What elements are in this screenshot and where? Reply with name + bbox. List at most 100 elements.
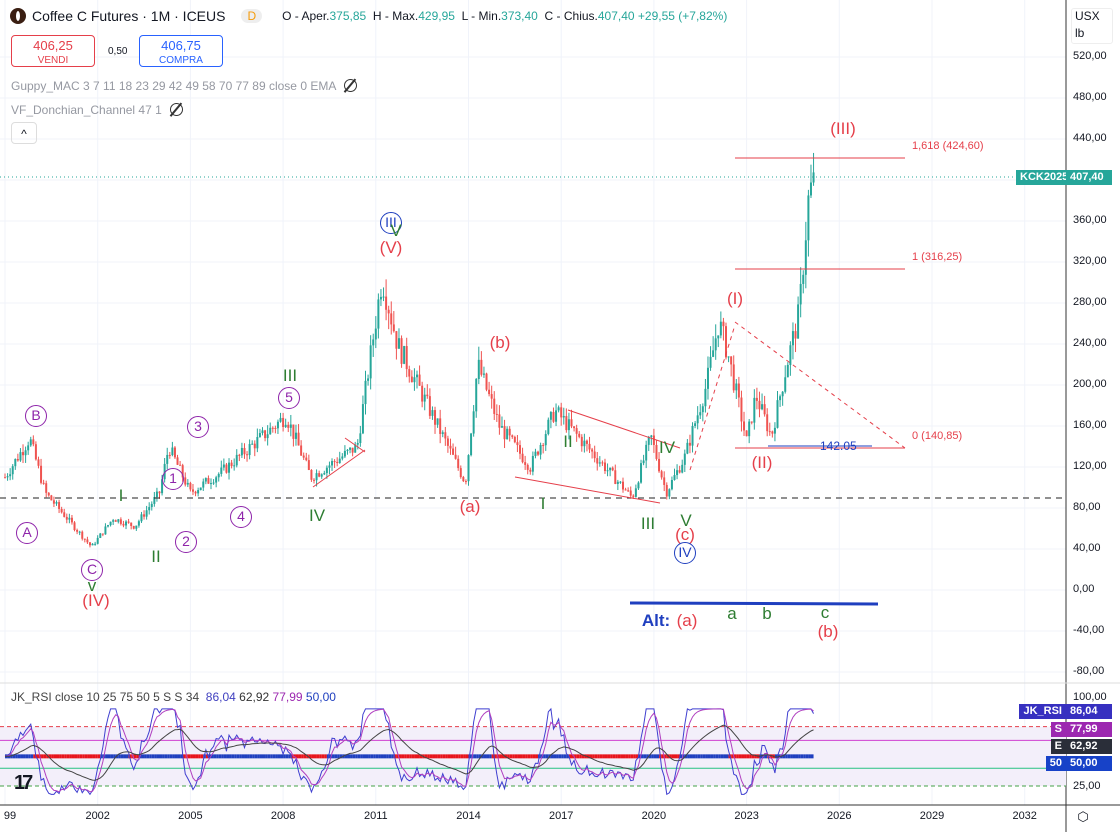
candle-body [547, 419, 550, 435]
wave-label[interactable]: 2 [175, 531, 197, 553]
candle-body [699, 412, 702, 416]
candle-body [392, 324, 395, 332]
wave-label[interactable]: (b) [490, 333, 511, 353]
candle-body [701, 406, 704, 413]
candle-body [436, 418, 439, 425]
delayed-badge[interactable]: D [241, 9, 263, 23]
indicator-donchian[interactable]: VF_Donchian_Channel 47 1 [11, 103, 183, 117]
wave-label[interactable]: II [151, 547, 160, 567]
wave-label[interactable]: (a) [460, 497, 481, 517]
wave-label[interactable]: B [25, 405, 47, 427]
candle-body [50, 495, 53, 501]
spread-value: 0,50 [108, 46, 128, 57]
wave-label[interactable]: I [119, 486, 124, 506]
time-axis-label: 99 [3, 810, 17, 822]
candle-body [4, 477, 6, 479]
wave-label[interactable]: c [821, 603, 830, 623]
candle-body [580, 436, 583, 447]
wave-label[interactable]: I [541, 494, 546, 514]
candle-body [606, 470, 609, 472]
candle-body [212, 482, 215, 484]
wave-label[interactable]: 1 [162, 468, 184, 490]
sell-button[interactable]: 406,25 VENDI [11, 35, 95, 67]
wave-label[interactable]: III [641, 514, 655, 534]
candle-body [791, 331, 794, 346]
candle-body [315, 473, 318, 481]
candle-body [246, 454, 249, 456]
wave-label[interactable]: Alt: [642, 611, 670, 631]
wave-label[interactable]: (V) [380, 238, 403, 258]
wave-label[interactable]: A [16, 522, 38, 544]
price-chart[interactable] [0, 0, 1120, 832]
candle-body [470, 433, 473, 456]
wave-label[interactable]: II [563, 432, 572, 452]
unit-selector[interactable]: USX lb [1071, 8, 1113, 44]
candle-body [439, 418, 442, 434]
candle-body [359, 433, 362, 444]
wave-label[interactable]: 4 [230, 506, 252, 528]
candle-body [464, 481, 467, 483]
candle-body [292, 424, 295, 439]
candle-body [24, 450, 27, 456]
rsi-axis-25: 25,00 [1073, 780, 1101, 792]
candle-body [622, 481, 624, 490]
candle-body [457, 458, 460, 469]
wave-label[interactable]: IV [674, 542, 696, 564]
wave-label[interactable]: (III) [830, 119, 856, 139]
price-axis-label: 520,00 [1073, 50, 1107, 62]
low-value-label: 142.05 [820, 439, 857, 453]
wave-label[interactable]: (II) [752, 453, 773, 473]
candle-body [634, 488, 637, 497]
candle-body [238, 454, 241, 456]
candle-body [199, 487, 202, 491]
rsi-legend[interactable]: JK_RSI close 10 25 75 50 5 S S 34 86,04 … [11, 690, 336, 704]
hidden-eye-icon[interactable] [344, 79, 358, 92]
collapse-legend-button[interactable]: ^ [11, 122, 37, 144]
symbol-title[interactable]: Coffee C Futures · 1M · ICEUS [32, 8, 225, 24]
trendline-dashed [689, 324, 736, 471]
wave-label[interactable]: V [390, 221, 401, 241]
settings-hexagon-icon[interactable]: ⬡ [1073, 809, 1093, 825]
indicator-guppy[interactable]: Guppy_MAC 3 7 11 18 23 29 42 49 58 70 77… [11, 79, 358, 93]
price-axis-label: 0,00 [1073, 583, 1095, 595]
candle-body [382, 296, 385, 298]
candle-body [673, 475, 676, 480]
rsi-tag-value: 50,00 [1066, 756, 1112, 771]
wave-label[interactable]: III [283, 366, 297, 386]
candle-body [171, 447, 174, 456]
hidden-eye-icon[interactable] [169, 103, 183, 116]
wave-label[interactable]: IV [659, 438, 675, 458]
candle-body [155, 491, 158, 498]
wave-label[interactable]: (b) [818, 622, 839, 642]
candle-body [732, 364, 735, 391]
candle-body [557, 407, 560, 411]
candle-body [276, 421, 279, 429]
price-axis-label: 320,00 [1073, 255, 1107, 267]
wave-label[interactable]: (a) [677, 611, 698, 631]
buy-button[interactable]: 406,75 COMPRA [139, 35, 223, 67]
tradingview-logo: 17 [14, 772, 33, 794]
candle-body [253, 443, 256, 449]
candle-body [261, 430, 264, 434]
candle-body [542, 445, 545, 447]
candle-body [32, 439, 35, 445]
candle-body [230, 462, 233, 467]
wave-label[interactable]: (IV) [82, 591, 109, 611]
candle-body [400, 338, 403, 364]
candle-body [83, 538, 86, 540]
wave-label[interactable]: b [762, 604, 771, 624]
wave-label[interactable]: a [727, 604, 736, 624]
candle-body [802, 274, 805, 284]
candle-body [346, 449, 349, 451]
candle-body [42, 482, 45, 484]
candle-body [122, 523, 125, 526]
candle-body [88, 542, 91, 546]
wave-label[interactable]: 5 [278, 387, 300, 409]
candle-body [660, 471, 663, 478]
wave-label[interactable]: (I) [727, 289, 743, 309]
candle-body [627, 490, 630, 492]
wave-label[interactable]: IV [309, 506, 325, 526]
wave-label[interactable]: 3 [187, 416, 209, 438]
candle-body [516, 442, 519, 446]
time-axis-label: 2008 [270, 810, 296, 822]
